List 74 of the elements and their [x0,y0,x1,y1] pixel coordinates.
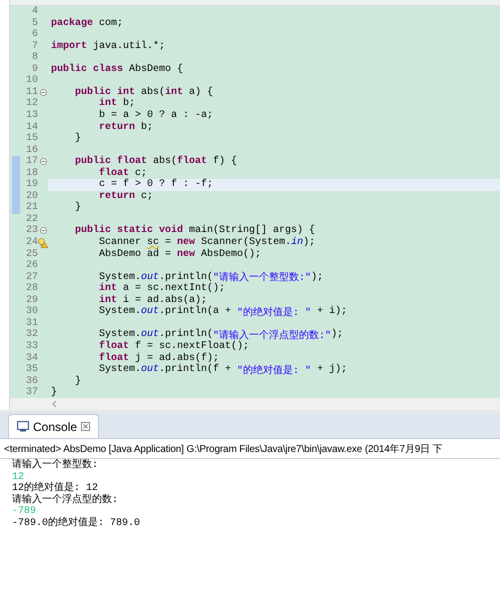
line-number: 35 [24,364,38,376]
line-number: 5 [30,18,38,29]
code-line: System.out.println("请输入一个整型数:"); [98,271,324,283]
typed-input-text: 12 [12,472,24,483]
code-line: return c; [98,190,154,202]
line-number: 8 [30,52,38,64]
code-line: System.out.println(f + "的绝对值是: " + j); [98,364,348,376]
monitor-icon [17,421,29,432]
line-number: 32 [24,329,38,340]
code-line: Scanner sc = new Scanner(System.in); [98,236,316,248]
line-number: 26 [24,260,38,272]
code-line: int b; [98,98,136,110]
line-number: 17 [24,156,38,168]
line-number: 33 [24,340,38,352]
code-line: } [74,132,82,144]
code-line: } [50,386,58,398]
line-number: 14 [24,122,38,133]
line-number: 28 [24,283,38,294]
code-line: public static void main(String[] args) { [74,225,316,236]
scroll-left-icon[interactable] [52,400,57,408]
line-number: 9 [30,64,38,75]
line-number: 22 [24,214,38,225]
code-line: public float abs(float f) { [74,156,238,168]
code-line: } [74,202,82,214]
close-icon[interactable] [81,422,90,431]
line-number: 18 [24,168,38,179]
code-line: float f = sc.nextFloat(); [98,340,250,352]
line-number: 13 [24,110,38,122]
code-line: public class AbsDemo { [50,64,184,76]
code-line: System.out.println("请输入一个浮点型的数:"); [98,329,344,341]
line-number: 36 [24,376,38,387]
code-line: System.out.println(a + "的绝对值是: " + i); [98,306,348,318]
typed-input-text: -789 [12,506,38,518]
line-number: 27 [24,272,38,283]
console-output-text: 12的绝对值是: 12 [12,483,100,494]
line-number: 4 [30,6,38,18]
line-number: 12 [24,98,38,110]
line-number: 31 [24,318,38,329]
console-tab[interactable]: Console [8,414,100,438]
console-output-text: -789.0的绝对值是: 789.0 [12,518,142,529]
fold-icon[interactable] [40,88,46,96]
line-number: 30 [24,306,38,318]
line-number: 20 [24,190,38,202]
line-number: 15 [24,133,38,144]
line-number: 11 [24,86,38,98]
code-line: public int abs(int a) { [74,86,214,98]
line-number: 7 [30,40,38,52]
line-number: 37 [24,387,38,398]
code-line: int i = ad.abs(a); [98,294,208,306]
lightbulb-warning-icon[interactable] [38,238,48,248]
console-output-text: 请输入一个浮点型的数: [12,494,120,506]
line-number: 24 [24,237,38,248]
line-number: 34 [24,352,38,364]
line-number: 19 [24,179,38,190]
line-number: 6 [30,29,38,40]
code-line: int a = sc.nextInt(); [98,282,226,294]
console-description: <terminated> AbsDemo [Java Application] G:\Program Files\Java\jre7\bin\javaw.exe (2014年7月9日 下 [0,439,500,459]
code-line: } [74,375,82,387]
line-number: 29 [24,294,38,306]
line-number: 16 [24,144,38,156]
code-line: AbsDemo ad = new AbsDemo(); [98,248,262,260]
line-number: 25 [24,248,38,260]
line-number: 21 [24,202,38,214]
fold-icon[interactable] [40,158,46,166]
code-line: float j = ad.abs(f); [98,352,220,364]
code-line: import java.util.*; [50,40,166,52]
code-line: return b; [98,121,154,133]
fold-icon[interactable] [40,227,46,234]
line-number: 10 [24,75,38,86]
line-number: 23 [24,225,38,236]
code-line: float c; [98,167,148,179]
code-line: package com; [50,17,124,29]
console-output-text: 请输入一个整型数: [12,460,100,472]
code-line: b = a > 0 ? a : -a; [98,110,214,122]
